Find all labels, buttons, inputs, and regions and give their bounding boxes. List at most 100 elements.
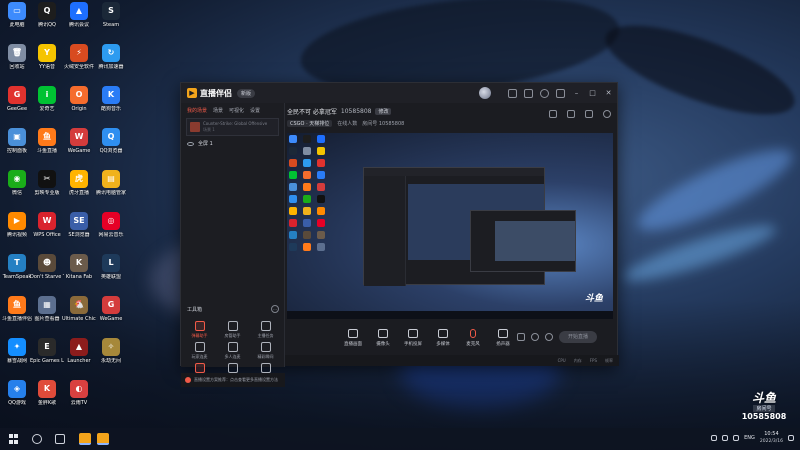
tool-button[interactable]: 弹幕助手 [183, 321, 216, 339]
category-chip[interactable]: CSGO · 天梯排位 [287, 119, 333, 127]
mute-icon[interactable] [531, 333, 539, 341]
source-row[interactable]: 全屏 1 [181, 136, 284, 151]
notification-icon[interactable] [603, 110, 611, 118]
left-tab[interactable]: 场景 [213, 107, 223, 115]
desktop-icon[interactable]: ◈ QQ游戏 [0, 380, 34, 406]
gear-icon[interactable] [545, 333, 553, 341]
desktop-icon[interactable]: O Origin [62, 86, 96, 112]
preview-icon [303, 159, 311, 167]
desktop-icon[interactable]: ▭ 此电脑 [0, 2, 34, 28]
desktop-icon[interactable]: ◉ 微信 [0, 170, 34, 196]
desktop-icon[interactable]: ▦ 图片查看器 [30, 296, 64, 322]
gift-icon[interactable] [549, 110, 557, 118]
tool-button[interactable]: 主播任务 [249, 321, 282, 339]
desktop-icon[interactable]: ▣ 控制面板 [0, 128, 34, 154]
maximize-icon[interactable]: □ [588, 89, 597, 98]
notice-bar[interactable]: 直播设置方案推荐：点击查看更多直播设置方法 [181, 373, 285, 387]
control-button[interactable]: 扬声器 [489, 329, 517, 347]
input-language[interactable]: ENG [744, 435, 755, 441]
desktop-icon[interactable]: E Epic Games Launcher [30, 338, 64, 364]
windows-start-icon[interactable] [9, 434, 19, 444]
douyu-icon: 鱼 [38, 128, 56, 146]
network-icon[interactable] [722, 435, 729, 441]
tray-chevron-icon[interactable] [711, 435, 718, 441]
status-bar: CPU 内存 FPS 帧率 [285, 355, 619, 366]
control-button[interactable]: 多媒体 [429, 329, 457, 347]
chart-icon[interactable] [567, 110, 575, 118]
desktop-icon[interactable]: ◐ 云雨TV [62, 380, 96, 406]
settings-icon[interactable] [556, 88, 565, 98]
desktop-icon[interactable]: Q 腾讯QQ [30, 2, 64, 28]
notification-center-icon[interactable] [788, 435, 794, 441]
search-icon[interactable] [32, 434, 42, 444]
desktop-icon[interactable]: SE SE浏览器 [62, 212, 96, 238]
more-icon[interactable]: … [271, 305, 279, 313]
control-button[interactable]: 摄像头 [369, 329, 397, 347]
left-tab[interactable]: 我的场景 [187, 107, 207, 115]
desktop-icon[interactable]: W WeGame [62, 128, 96, 154]
desktop-icon[interactable]: S Steam [94, 2, 128, 28]
control-label: 扬声器 [496, 342, 510, 347]
volume-icon[interactable] [733, 435, 740, 441]
desktop-icon[interactable]: W WPS Office [30, 212, 64, 238]
share-icon[interactable] [585, 110, 593, 118]
message-icon[interactable] [524, 88, 533, 98]
desktop-icon[interactable]: G WeGame [94, 296, 128, 322]
desktop-icon[interactable]: 鱼斗鱼直播伴侣 [0, 296, 34, 322]
scene-item[interactable]: Counter-Strike: Global Offensive 场景 1 [186, 118, 279, 136]
desktop-icon[interactable]: ✦ 暴雪战网 [0, 338, 34, 364]
taskbar-app-live-companion[interactable] [79, 433, 91, 445]
desktop-icon[interactable]: i 爱奇艺 [30, 86, 64, 112]
desktop-icon[interactable]: ⚡ 火绒安全软件 [62, 44, 96, 70]
desktop-icon[interactable]: K 金胖K歌 [30, 380, 64, 406]
start-live-button[interactable]: 开始直播 [559, 331, 597, 343]
skin-icon[interactable] [508, 88, 517, 98]
help-icon[interactable] [540, 88, 549, 98]
desktop-icon[interactable]: 🗑 回收站 [0, 44, 34, 70]
desktop-icon[interactable]: Q QQ浏览器 [94, 128, 128, 154]
desktop-icon[interactable]: 🐔 Ultimate Chicken [62, 296, 96, 322]
title-bar[interactable]: ▶ 直播伴侣 新版 – □ ✕ [181, 83, 617, 103]
control-button[interactable]: 麦克风 [459, 329, 487, 347]
avatar[interactable] [479, 87, 491, 99]
desktop-icon[interactable]: G GeeGee [0, 86, 34, 112]
desktop-icon-label: 微信 [11, 190, 22, 196]
desktop-icon[interactable]: T TeamSpeak [0, 254, 34, 280]
edit-title-button[interactable]: 修改 [375, 107, 392, 115]
tool-button[interactable]: 多人连麦 [216, 342, 249, 360]
desktop-icon[interactable]: ▲ 腾讯会议 [62, 2, 96, 28]
desktop-icon[interactable]: ▶ 腾讯视频 [0, 212, 34, 238]
tool-button[interactable]: 房管助手 [216, 321, 249, 339]
left-tab[interactable]: 可视化 [229, 107, 244, 115]
left-tab[interactable]: 设置 [250, 107, 260, 115]
desktop-icon[interactable]: 虎虎牙直播 [62, 170, 96, 196]
desktop-icon[interactable]: ▤ 腾讯电脑管家 [94, 170, 128, 196]
desktop-icon[interactable]: Y YY语音 [30, 44, 64, 70]
desktop-icon[interactable]: ↻ 腾讯加速器 [94, 44, 128, 70]
close-icon[interactable]: ✕ [604, 89, 613, 98]
desktop-icon[interactable]: L 英雄联盟 [94, 254, 128, 280]
control-button[interactable]: 手机投屏 [399, 329, 427, 347]
desktop-icon[interactable]: ✂ 剪映专业版 [30, 170, 64, 196]
desktop-icon-label: WPS Office [33, 232, 61, 238]
desktop-icon[interactable]: K 酷狗音乐 [94, 86, 128, 112]
minimize-icon[interactable]: – [572, 89, 581, 98]
task-view-icon[interactable] [55, 434, 65, 444]
desktop-icon[interactable]: ◎ 网易云音乐 [94, 212, 128, 238]
tool-button[interactable]: 精彩瞬间 [249, 342, 282, 360]
desktop-icon[interactable]: ☻ Don't Starve Together [30, 254, 64, 280]
toolbox-title: 工具箱 [187, 306, 203, 313]
live-preview[interactable]: 斗鱼 [287, 133, 613, 319]
clock[interactable]: 10:54 2022/3/16 [760, 431, 783, 445]
version-pill[interactable]: 新版 [237, 88, 256, 98]
desktop-icon[interactable]: K Kitana Fab [62, 254, 96, 280]
desktop-icon[interactable]: ✧ 永劫无间 [94, 338, 128, 364]
tool-button[interactable]: 玩家连麦 [183, 342, 216, 360]
record-icon[interactable] [517, 333, 525, 341]
desktop-icon[interactable]: ▲ Launcher [62, 338, 96, 364]
desktop-icon[interactable]: 鱼斗鱼直播 [30, 128, 64, 154]
taskbar-app-douyu[interactable] [97, 433, 109, 445]
visibility-eye-icon[interactable] [187, 141, 194, 146]
preview-icon [289, 243, 297, 251]
control-button[interactable]: 直播画面 [339, 329, 367, 347]
